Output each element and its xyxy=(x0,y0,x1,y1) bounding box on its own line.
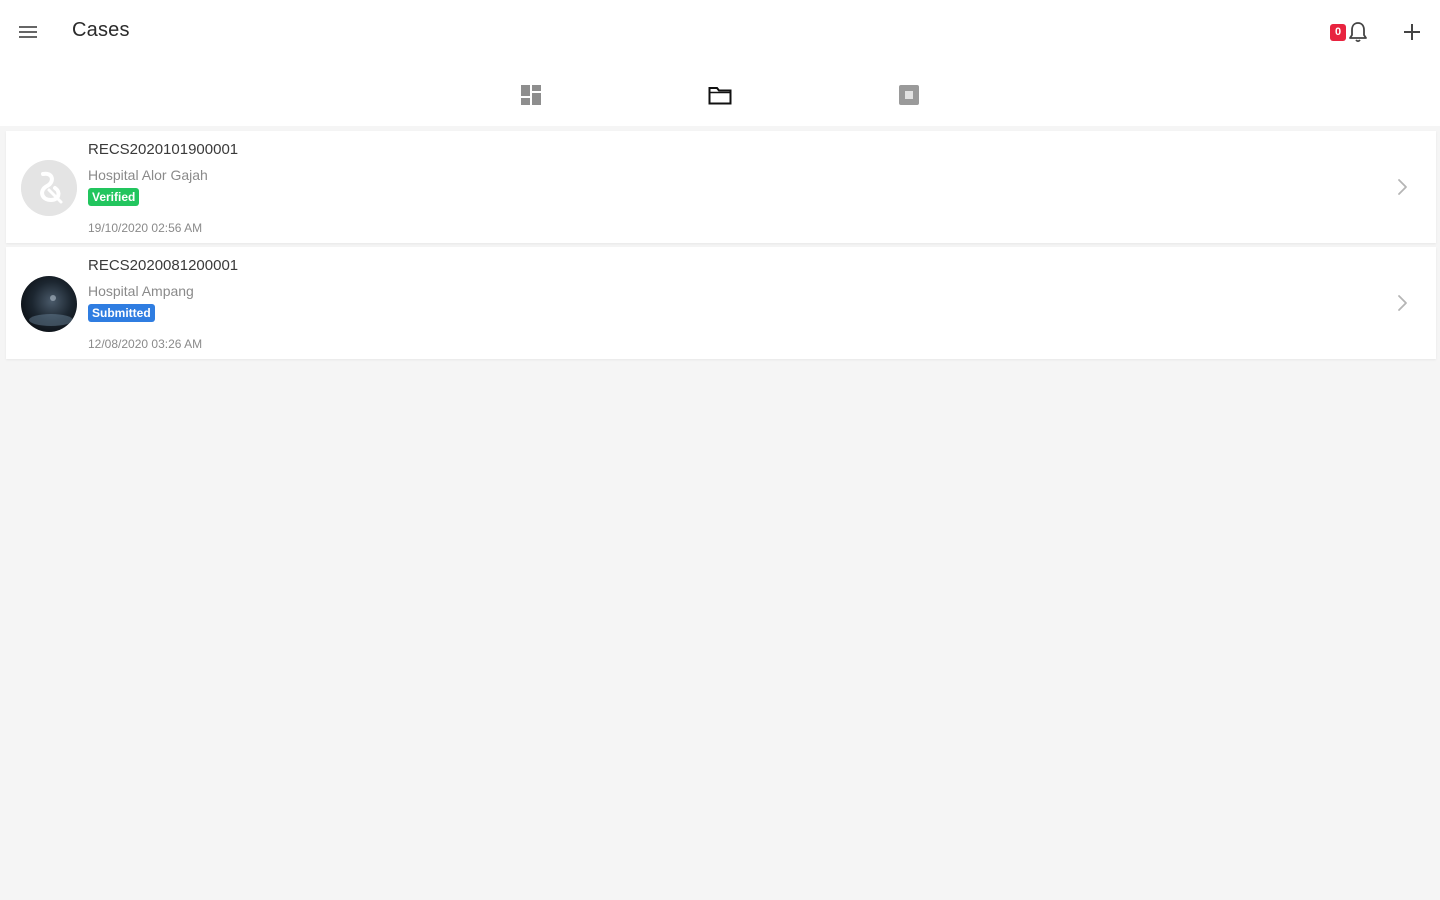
case-id: RECS2020081200001 xyxy=(88,257,239,274)
case-date: 19/10/2020 02:56 AM xyxy=(88,221,203,235)
tab-bar xyxy=(0,64,1440,126)
list-item[interactable]: RECS2020101900001 Hospital Alor Gajah Ve… xyxy=(6,131,1436,243)
chevron-right-icon xyxy=(1390,175,1414,199)
status-badge: Verified xyxy=(88,188,140,206)
avatar xyxy=(21,276,77,332)
scan-image-icon xyxy=(29,295,73,326)
app-bar: Cases 0 xyxy=(0,0,1440,64)
case-id: RECS2020101900001 xyxy=(88,141,239,158)
hospital-name: Hospital Alor Gajah xyxy=(88,167,208,183)
tab-dashboard[interactable] xyxy=(507,78,555,112)
bell-icon xyxy=(1349,22,1367,43)
plus-icon xyxy=(1404,24,1420,40)
page-title: Cases xyxy=(72,19,130,41)
notification-count-badge: 0 xyxy=(1330,23,1346,41)
menu-button[interactable] xyxy=(10,14,46,50)
folder-icon xyxy=(708,87,732,105)
list-item[interactable]: RECS2020081200001 Hospital Ampang Submit… xyxy=(6,247,1436,359)
add-case-button[interactable] xyxy=(1394,14,1430,50)
status-badge: Submitted xyxy=(88,304,155,322)
case-date: 12/08/2020 03:26 AM xyxy=(88,337,203,351)
tab-archive[interactable] xyxy=(885,78,933,112)
archive-box-icon xyxy=(899,85,919,105)
avatar xyxy=(21,160,77,216)
dashboard-icon xyxy=(521,85,541,105)
menu-icon xyxy=(19,26,37,38)
hospital-name: Hospital Ampang xyxy=(88,283,194,299)
tab-cases[interactable] xyxy=(696,78,744,112)
notifications-button[interactable]: 0 xyxy=(1326,14,1378,50)
case-list: RECS2020101900001 Hospital Alor Gajah Ve… xyxy=(6,131,1436,363)
chevron-right-icon xyxy=(1390,291,1414,315)
logo-icon xyxy=(21,160,77,216)
